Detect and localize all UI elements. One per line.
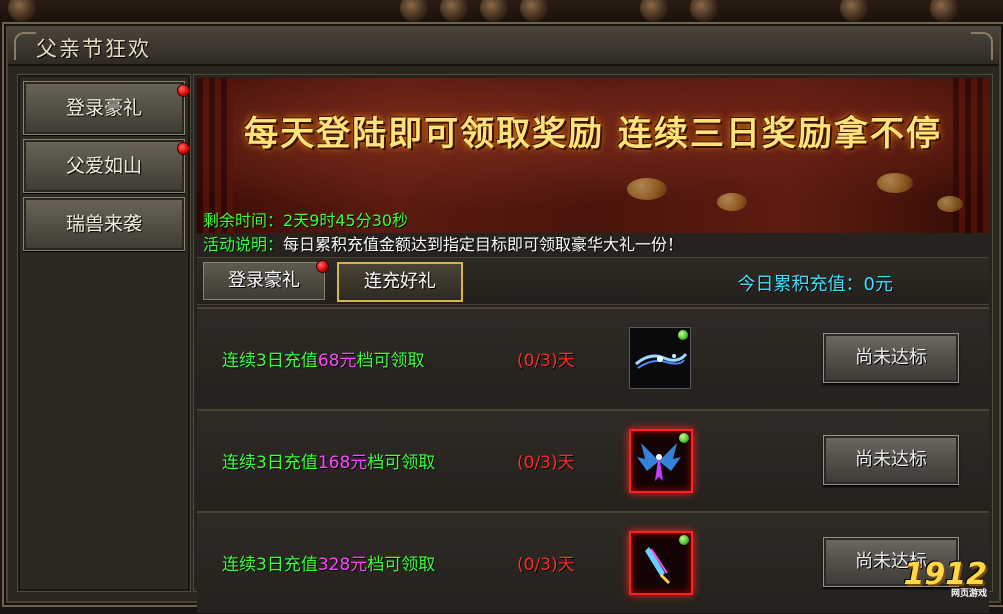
portrait-icon xyxy=(840,0,868,22)
scroll-item-icon[interactable] xyxy=(629,327,691,389)
sidebar-item-label: 瑞兽来袭 xyxy=(65,213,142,235)
notification-dot-icon xyxy=(316,260,329,273)
reward-requirement: 连续3日充值68元档可领取 xyxy=(222,346,424,371)
event-content: 每天登陆即可领取奖励 连续三日奖励拿不停 剩余时间：2天9时45分30秒 活动说… xyxy=(193,74,993,614)
blade-item-icon[interactable] xyxy=(629,531,693,595)
tab-bar: 登录豪礼 连充好礼 今日累积充值：0元 xyxy=(197,257,989,305)
sidebar-item-label: 登录豪礼 xyxy=(65,97,142,119)
coin-icon xyxy=(877,173,913,193)
reward-progress: (0/3)天 xyxy=(517,453,575,473)
reward-progress: (0/3)天 xyxy=(517,555,575,575)
requirement-suffix: 档可领取 xyxy=(356,351,425,371)
remaining-time-label: 剩余时间： xyxy=(203,211,284,230)
requirement-suffix: 档可领取 xyxy=(367,555,436,575)
requirement-amount: 68元 xyxy=(317,351,357,371)
today-recharge-unit: 元 xyxy=(875,274,893,295)
today-recharge-label: 今日累积充值： xyxy=(737,274,864,295)
claim-button[interactable]: 尚未达标 xyxy=(823,333,959,383)
sidebar-item-father-love[interactable]: 父爱如山 xyxy=(23,139,190,193)
reward-requirement: 连续3日充值168元档可领取 xyxy=(222,448,435,473)
banner-headline: 每天登陆即可领取奖励 连续三日奖励拿不停 xyxy=(244,114,942,154)
requirement-amount: 328元 xyxy=(317,555,368,575)
tab-login-gift[interactable]: 登录豪礼 xyxy=(203,260,329,300)
frame-ornament xyxy=(8,0,36,22)
quality-dot-icon xyxy=(679,535,689,545)
description-text: 每日累积充值金额达到指定目标即可领取豪华大礼一份！ xyxy=(283,235,684,254)
tab-label: 连充好礼 xyxy=(364,271,436,292)
today-recharge-amount: 0 xyxy=(863,274,875,295)
claim-button[interactable]: 尚未达标 xyxy=(823,435,959,485)
reward-row: 连续3日充值328元档可领取 (0/3)天 尚未达标 xyxy=(197,511,989,614)
sidebar-item-label: 父爱如山 xyxy=(65,155,142,177)
notification-dot-icon xyxy=(177,84,190,97)
portrait-icon xyxy=(930,0,958,22)
coin-icon xyxy=(627,178,667,200)
quality-dot-icon xyxy=(678,330,688,340)
portrait-icon xyxy=(480,0,508,22)
remaining-time-value: 2天9时45分30秒 xyxy=(283,211,409,230)
event-description: 剩余时间：2天9时45分30秒 活动说明：每日累积充值金额达到指定目标即可领取豪… xyxy=(197,207,989,257)
portrait-icon xyxy=(640,0,668,22)
reward-requirement: 连续3日充值328元档可领取 xyxy=(222,550,435,575)
title-bar[interactable]: 父亲节狂欢 xyxy=(8,28,999,66)
event-sidebar: 登录豪礼 父爱如山 瑞兽来袭 xyxy=(17,74,191,592)
title-ornament-left xyxy=(14,32,36,60)
reward-row: 连续3日充值168元档可领取 (0/3)天 尚未达标 xyxy=(197,409,989,512)
notification-dot-icon xyxy=(177,142,190,155)
requirement-prefix: 连续3日充值 xyxy=(222,453,318,473)
reward-progress: (0/3)天 xyxy=(517,351,575,371)
quality-dot-icon xyxy=(679,433,689,443)
window-title: 父亲节狂欢 xyxy=(36,37,151,61)
portrait-icon xyxy=(520,0,548,22)
requirement-amount: 168元 xyxy=(317,453,368,473)
tab-label: 登录豪礼 xyxy=(228,270,300,291)
top-frame-strip xyxy=(0,0,1003,22)
requirement-prefix: 连续3日充值 xyxy=(222,555,318,575)
description-label: 活动说明： xyxy=(203,235,284,254)
event-window: 父亲节狂欢 登录豪礼 父爱如山 瑞兽来袭 每天登陆即可领取奖励 连续三日奖励拿不… xyxy=(2,22,1003,614)
sidebar-item-login-gift[interactable]: 登录豪礼 xyxy=(23,81,190,135)
portrait-icon xyxy=(690,0,718,22)
portrait-icon xyxy=(400,0,428,22)
title-ornament-right xyxy=(971,32,993,60)
reward-row: 连续3日充值68元档可领取 (0/3)天 尚未达标 xyxy=(197,307,989,410)
requirement-prefix: 连续3日充值 xyxy=(222,351,318,371)
sidebar-item-beast-raid[interactable]: 瑞兽来袭 xyxy=(23,197,185,251)
requirement-suffix: 档可领取 xyxy=(367,453,436,473)
wings-item-icon[interactable] xyxy=(629,429,693,493)
today-recharge: 今日累积充值：0元 xyxy=(738,270,893,296)
tab-recharge-gift[interactable]: 连充好礼 xyxy=(337,262,463,302)
portrait-icon xyxy=(440,0,468,22)
site-watermark-logo: 1912 网页游戏 xyxy=(904,557,988,599)
